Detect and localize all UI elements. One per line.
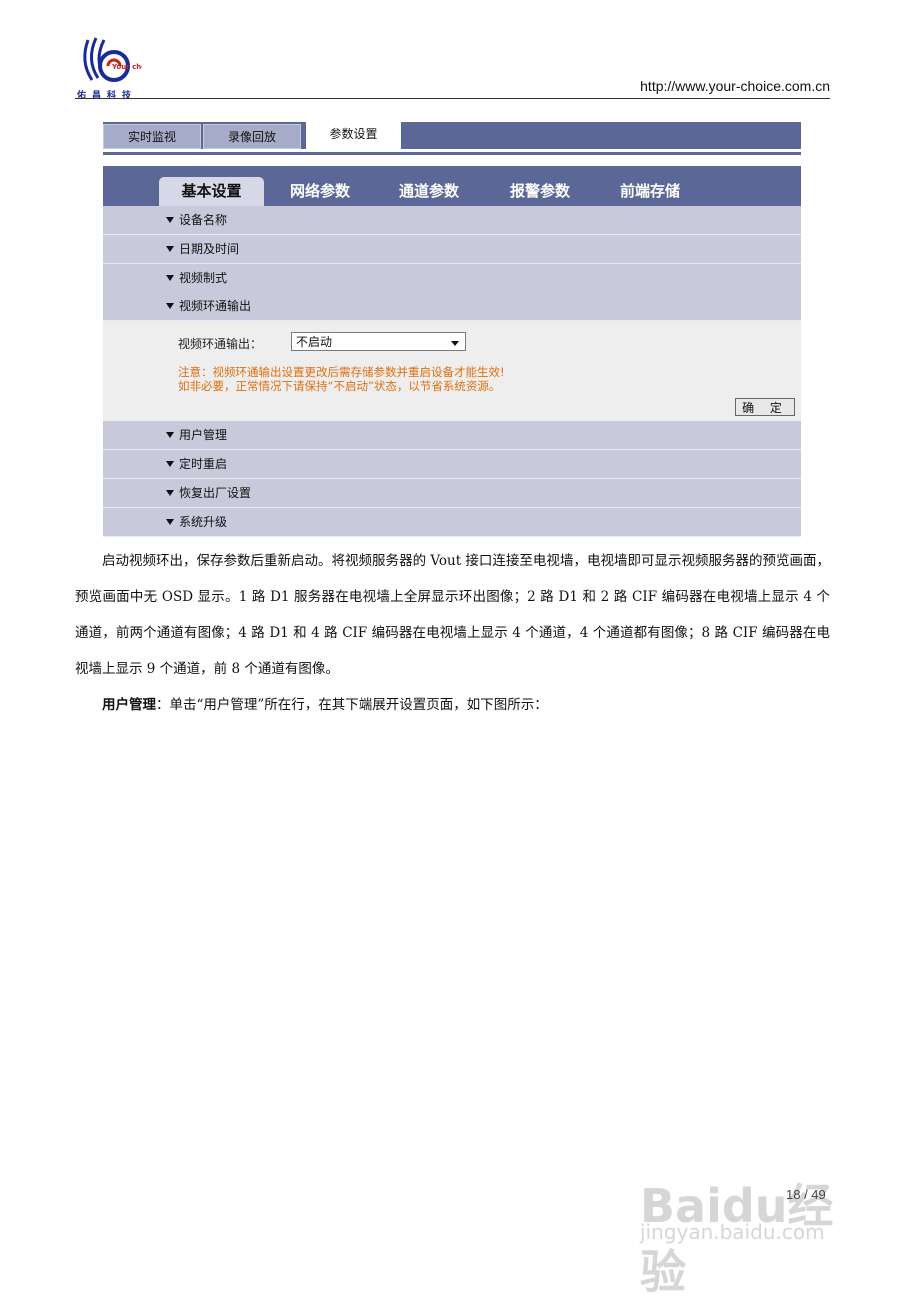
video-loop-output-panel: 视频环通输出： 不启动 注意：视频环通输出设置更改后需存储参数并重启设备才能生效…	[103, 321, 801, 421]
section-factory-reset[interactable]: 恢复出厂设置	[103, 479, 801, 508]
expand-triangle-icon	[166, 303, 174, 309]
subtab-channel[interactable]: 通道参数	[399, 177, 459, 206]
section-label: 视频制式	[179, 271, 228, 285]
section-video-standard[interactable]: 视频制式	[103, 264, 801, 293]
subtab-storage[interactable]: 前端存储	[620, 177, 680, 206]
section-label: 日期及时间	[179, 242, 240, 256]
header-divider	[75, 98, 830, 99]
section-scheduled-reboot[interactable]: 定时重启	[103, 450, 801, 479]
expand-triangle-icon	[166, 461, 174, 467]
subtab-network[interactable]: 网络参数	[290, 177, 350, 206]
top-nav-underline	[103, 152, 801, 155]
subtab-alarm[interactable]: 报警参数	[510, 177, 570, 206]
warning-note: 注意：视频环通输出设置更改后需存储参数并重启设备才能生效! 如非必要，正常情况下…	[178, 365, 505, 393]
loop-output-field-label: 视频环通输出：	[178, 337, 263, 351]
paragraph-user-management: 用户管理：单击“用户管理”所在行，在其下端展开设置页面，如下图所示：	[75, 687, 830, 723]
expand-triangle-icon	[166, 217, 174, 223]
section-user-management[interactable]: 用户管理	[103, 421, 801, 450]
subtab-basic-settings[interactable]: 基本设置	[159, 177, 264, 206]
section-label: 视频环通输出	[179, 299, 252, 313]
section-label: 系统升级	[179, 515, 228, 529]
user-management-term: 用户管理	[102, 697, 156, 713]
section-video-loop-output[interactable]: 视频环通输出	[103, 292, 801, 321]
section-system-upgrade[interactable]: 系统升级	[103, 508, 801, 537]
expand-triangle-icon	[166, 432, 174, 438]
expand-triangle-icon	[166, 246, 174, 252]
expand-triangle-icon	[166, 275, 174, 281]
user-management-desc: ：单击“用户管理”所在行，在其下端展开设置页面，如下图所示：	[156, 697, 548, 713]
settings-screenshot: 实时监视 录像回放 参数设置 基本设置 网络参数 通道参数 报警参数 前端存储 …	[103, 122, 801, 537]
section-label: 设备名称	[179, 213, 228, 227]
tab-live-view[interactable]: 实时监视	[103, 124, 201, 149]
tab-parameter-settings[interactable]: 参数设置	[306, 122, 401, 150]
tab-playback[interactable]: 录像回放	[203, 124, 301, 149]
section-date-time[interactable]: 日期及时间	[103, 235, 801, 264]
paragraph-video-loop: 启动视频环出，保存参数后重新启动。将视频服务器的 Vout 接口连接至电视墙，电…	[75, 553, 830, 677]
section-label: 用户管理	[179, 428, 228, 442]
chevron-down-icon	[451, 341, 459, 346]
logo-tagline: Your choice	[111, 63, 142, 71]
header-url[interactable]: http://www.your-choice.com.cn	[640, 78, 830, 94]
page-number: 18 / 49	[786, 1187, 826, 1202]
warning-note-line2: 如非必要，正常情况下请保持“不启动”状态，以节省系统资源。	[178, 379, 501, 393]
section-device-name[interactable]: 设备名称	[103, 206, 801, 235]
section-label: 定时重启	[179, 457, 228, 471]
watermark-url: jingyan.baidu.com	[640, 1220, 825, 1244]
logo-caption: 佑昌科技	[77, 91, 138, 101]
confirm-button[interactable]: 确 定	[735, 398, 795, 416]
expand-triangle-icon	[166, 519, 174, 525]
section-label: 恢复出厂设置	[179, 486, 252, 500]
loop-output-select[interactable]: 不启动	[291, 332, 466, 351]
select-value: 不启动	[296, 335, 333, 349]
warning-note-line1: 注意：视频环通输出设置更改后需存储参数并重启设备才能生效!	[178, 365, 505, 379]
expand-triangle-icon	[166, 490, 174, 496]
